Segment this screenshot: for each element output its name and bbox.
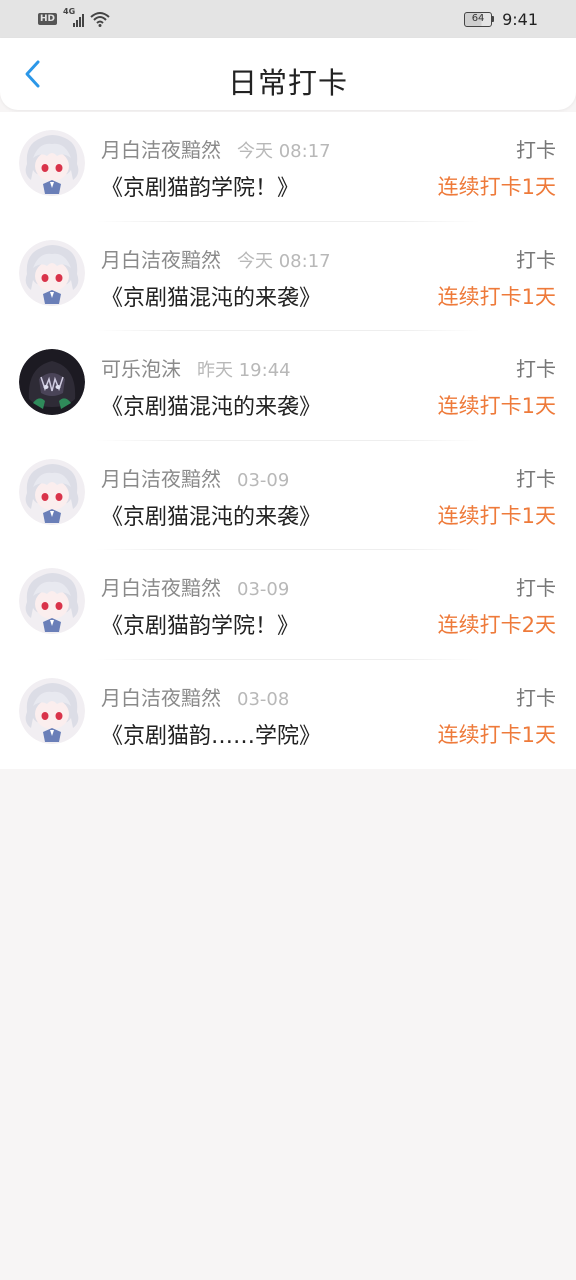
list-item[interactable]: 月白洁夜黯然 03-09 《京剧猫韵学院！》 打卡 连续打卡2天: [0, 550, 576, 660]
username[interactable]: 月白洁夜黯然: [101, 682, 221, 711]
checkin-type: 打卡: [516, 466, 556, 491]
anime-avatar-white-hair-icon: [19, 677, 85, 744]
checkin-time: 03-08: [237, 688, 290, 710]
anime-avatar-white-hair-icon: [19, 239, 85, 306]
signal-icon: 4G: [63, 7, 85, 27]
hd-badge: HD: [38, 13, 58, 25]
checkin-time: 今天 08:17: [237, 250, 331, 272]
checkin-time: 今天 08:17: [237, 141, 331, 162]
book-title[interactable]: 《京剧猫韵学院！》: [101, 608, 299, 640]
avatar[interactable]: [19, 677, 85, 744]
status-bar-left: HD 4G: [38, 7, 110, 27]
network-type: 4G: [63, 7, 76, 16]
book-title[interactable]: 《京剧猫韵学院！》: [101, 170, 299, 202]
page-title: 日常打卡: [227, 66, 348, 100]
avatar[interactable]: [19, 130, 85, 196]
checkin-meta: 月白洁夜黯然 03-09: [101, 572, 289, 601]
checkin-meta: 可乐泡沫 昨天 19:44: [101, 353, 291, 382]
book-title[interactable]: 《京剧猫混沌的来袭》: [101, 280, 321, 312]
username[interactable]: 月白洁夜黯然: [101, 463, 221, 492]
nav-bar: 日常打卡: [0, 38, 576, 110]
list-item[interactable]: 月白洁夜黯然 03-08 《京剧猫韵……学院》 打卡 连续打卡1天: [0, 660, 576, 770]
avatar[interactable]: [19, 239, 85, 306]
avatar[interactable]: [19, 349, 85, 415]
list-item[interactable]: 月白洁夜黯然 今天 08:17 《京剧猫混沌的来袭》 打卡 连续打卡1天: [0, 222, 576, 331]
checkin-time: 昨天 19:44: [197, 360, 291, 381]
book-title[interactable]: 《京剧猫韵……学院》: [101, 718, 321, 750]
battery-icon: 64: [464, 11, 495, 27]
streak-label: 连续打卡1天: [437, 394, 556, 418]
username[interactable]: 月白洁夜黯然: [101, 244, 221, 273]
anime-avatar-white-hair-icon: [19, 458, 85, 525]
list-item[interactable]: 月白洁夜黯然 03-09 《京剧猫混沌的来袭》 打卡 连续打卡1天: [0, 441, 576, 550]
streak-label: 连续打卡2天: [437, 613, 556, 637]
streak-label: 连续打卡1天: [437, 175, 556, 199]
checkin-type: 打卡: [516, 685, 556, 710]
checkin-time: 03-09: [237, 579, 290, 600]
streak-label: 连续打卡1天: [437, 722, 556, 747]
username[interactable]: 可乐泡沫: [101, 353, 181, 382]
list-item[interactable]: 可乐泡沫 昨天 19:44 《京剧猫混沌的来袭》 打卡 连续打卡1天: [0, 331, 576, 441]
anime-avatar-white-hair-icon: [19, 130, 85, 196]
anime-avatar-white-hair-icon: [19, 568, 85, 634]
anime-avatar-dark-hood-icon: [19, 349, 85, 415]
clock: 9:41: [502, 9, 538, 29]
wifi-icon: [90, 12, 110, 27]
list-item[interactable]: 月白洁夜黯然 今天 08:17 《京剧猫韵学院！》 打卡 连续打卡1天: [0, 112, 576, 222]
status-bar-right: 64 9:41: [464, 10, 538, 29]
streak-label: 连续打卡1天: [437, 503, 556, 528]
avatar[interactable]: [19, 568, 85, 634]
username[interactable]: 月白洁夜黯然: [101, 134, 221, 163]
checkin-time: 03-09: [237, 469, 290, 491]
checkin-meta: 月白洁夜黯然 03-09: [101, 463, 289, 492]
checkin-meta: 月白洁夜黯然 今天 08:17: [101, 134, 331, 163]
battery-level: 64: [464, 11, 493, 27]
book-title[interactable]: 《京剧猫混沌的来袭》: [101, 499, 321, 531]
checkin-type: 打卡: [516, 138, 556, 162]
book-title[interactable]: 《京剧猫混沌的来袭》: [101, 389, 321, 421]
checkin-meta: 月白洁夜黯然 今天 08:17: [101, 244, 331, 273]
checkin-list: 月白洁夜黯然 今天 08:17 《京剧猫韵学院！》 打卡 连续打卡1天 月白洁夜…: [0, 112, 576, 769]
checkin-type: 打卡: [516, 357, 556, 381]
avatar[interactable]: [19, 458, 85, 525]
username[interactable]: 月白洁夜黯然: [101, 572, 221, 601]
checkin-meta: 月白洁夜黯然 03-08: [101, 682, 289, 711]
checkin-type: 打卡: [516, 247, 556, 272]
checkin-type: 打卡: [516, 576, 556, 600]
streak-label: 连续打卡1天: [437, 284, 556, 309]
status-bar: HD 4G 64 9:41: [0, 0, 576, 38]
